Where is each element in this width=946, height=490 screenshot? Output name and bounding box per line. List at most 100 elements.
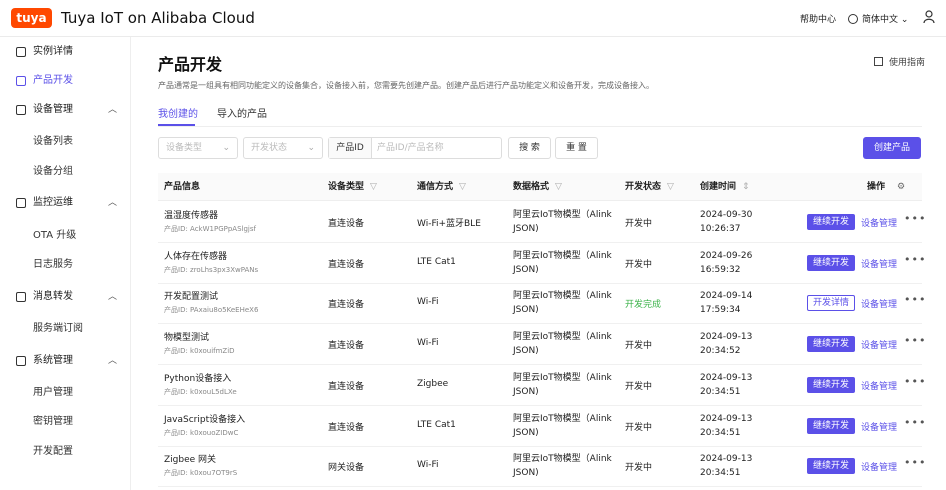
app-title: Tuya IoT on Alibaba Cloud	[61, 9, 255, 27]
data-format: 阿里云IoT物模型（Alink JSON)	[513, 289, 613, 317]
more-icon[interactable]: •••	[904, 334, 926, 347]
dev-status-select[interactable]: 开发状态 ⌄	[243, 137, 323, 159]
tab-imported[interactable]: 导入的产品	[217, 105, 267, 120]
settings-gear-icon[interactable]: ⚙	[897, 173, 905, 201]
sidebar-item-ota[interactable]: OTA 升级	[0, 225, 131, 247]
device-manage-link[interactable]: 设备管理	[861, 420, 897, 433]
tab-my-created[interactable]: 我创建的	[158, 105, 198, 120]
product-name[interactable]: 开发配置测试	[164, 289, 218, 302]
product-name[interactable]: 人体存在传感器	[164, 249, 227, 262]
sidebar-item-dev-config[interactable]: 开发配置	[0, 441, 131, 463]
data-format-line: 阿里云IoT物模型（Alink	[513, 372, 612, 383]
created-clock: 20:34:52	[700, 346, 741, 357]
col-status[interactable]: 开发状态 ▽	[625, 173, 674, 201]
data-format-line: JSON)	[513, 386, 539, 397]
product-id: 产品ID: k0xouL5dLXe	[164, 387, 237, 396]
reset-button[interactable]: 重 置	[555, 137, 598, 159]
col-label: 创建时间	[700, 182, 737, 192]
product-name[interactable]: 物模型测试	[164, 330, 209, 343]
created-time: 2024-09-14 17:59:34	[700, 289, 752, 317]
device-manage-link[interactable]: 设备管理	[861, 379, 897, 392]
product-id-label[interactable]: 产品ID	[329, 138, 372, 158]
product-id: 产品ID: PAxaiu8o5KeEHeX6	[164, 306, 259, 315]
table-row: 物模型测试 产品ID: k0xouifmZiD 直连设备 Wi-Fi 阿里云IoT物模型…	[158, 324, 925, 366]
created-clock: 20:34:51	[700, 427, 741, 438]
data-format-line: JSON)	[513, 264, 539, 275]
continue-dev-button[interactable]: 继续开发	[807, 417, 855, 434]
help-center-link[interactable]: 帮助中心	[800, 12, 836, 25]
filter-icon[interactable]: ▽	[459, 182, 466, 192]
created-date: 2024-09-13	[700, 332, 753, 343]
sidebar-item-label: 开发配置	[33, 446, 73, 457]
device-type: 直连设备	[328, 300, 365, 311]
device-manage-link[interactable]: 设备管理	[861, 216, 897, 229]
device-type: 网关设备	[328, 463, 365, 474]
top-header: tuya Tuya IoT on Alibaba Cloud 帮助中心 简体中文…	[0, 0, 946, 37]
tuya-logo[interactable]: tuya	[11, 8, 52, 28]
sidebar-item-product-dev[interactable]: 产品开发	[0, 70, 131, 92]
chevron-up-icon: ︿	[108, 292, 118, 302]
sidebar-item-logs[interactable]: 日志服务	[0, 254, 131, 276]
product-search-input[interactable]	[377, 141, 497, 155]
product-name[interactable]: 温湿度传感器	[164, 208, 218, 221]
product-name[interactable]: Python设备接入	[164, 371, 231, 384]
continue-dev-button[interactable]: 继续开发	[807, 254, 855, 271]
language-selector[interactable]: 简体中文 ⌄	[848, 12, 908, 25]
col-created[interactable]: 创建时间 ⇕	[700, 173, 750, 201]
continue-dev-button[interactable]: 继续开发	[807, 214, 855, 230]
col-device-type[interactable]: 设备类型 ▽	[328, 173, 377, 201]
sidebar-group-device[interactable]: 设备管理 ︿	[0, 99, 131, 121]
continue-dev-button[interactable]: 继续开发	[807, 376, 855, 393]
sidebar-item-keys[interactable]: 密钥管理	[0, 411, 131, 433]
guide-label: 使用指南	[889, 58, 926, 68]
filter-icon[interactable]: ▽	[555, 182, 562, 192]
sidebar-item-label: 服务端订阅	[33, 323, 83, 334]
device-manage-link[interactable]: 设备管理	[861, 338, 897, 351]
data-format-line: 阿里云IoT物模型（Alink	[513, 291, 612, 302]
col-ops: 操作	[867, 182, 886, 192]
sidebar-group-system[interactable]: 系统管理 ︿	[0, 350, 131, 372]
more-icon[interactable]: •••	[904, 293, 926, 306]
sidebar-group-monitor[interactable]: 监控运维 ︿	[0, 192, 131, 214]
sidebar-item-device-list[interactable]: 设备列表	[0, 131, 131, 153]
sidebar-group-message[interactable]: 消息转发 ︿	[0, 286, 131, 308]
product-name[interactable]: JavaScript设备接入	[164, 412, 245, 425]
created-date: 2024-09-13	[700, 454, 753, 465]
table-row: 温湿度传感器 产品ID: AckW1PGPpASlgjsf 直连设备 Wi-Fi+蓝牙…	[158, 202, 925, 243]
continue-dev-button[interactable]: 继续开发	[807, 458, 855, 475]
col-comm[interactable]: 通信方式 ▽	[417, 173, 466, 201]
more-icon[interactable]: •••	[904, 375, 926, 388]
instance-icon	[16, 47, 26, 57]
more-icon[interactable]: •••	[904, 416, 926, 429]
filter-icon[interactable]: ▽	[370, 182, 377, 192]
data-format-line: 阿里云IoT物模型（Alink	[513, 210, 612, 220]
create-product-button[interactable]: 创建产品	[863, 137, 921, 159]
data-format-line: JSON)	[513, 346, 539, 357]
more-icon[interactable]: •••	[904, 456, 926, 469]
search-button[interactable]: 搜 索	[508, 137, 551, 159]
device-manage-link[interactable]: 设备管理	[861, 460, 897, 473]
more-icon[interactable]: •••	[904, 212, 926, 225]
sidebar-item-users[interactable]: 用户管理	[0, 382, 131, 404]
device-manage-link[interactable]: 设备管理	[861, 297, 897, 310]
product-name[interactable]: Zigbee 网关	[164, 452, 216, 465]
device-type-select[interactable]: 设备类型 ⌄	[158, 137, 238, 159]
sidebar-item-device-group[interactable]: 设备分组	[0, 161, 131, 183]
guide-link[interactable]: 使用指南	[874, 55, 925, 68]
continue-dev-button[interactable]: 继续开发	[807, 336, 855, 353]
device-manage-link[interactable]: 设备管理	[861, 257, 897, 270]
page-title: 产品开发	[158, 55, 223, 74]
sort-icon[interactable]: ⇕	[742, 182, 750, 192]
more-icon[interactable]: •••	[904, 253, 926, 266]
filter-icon[interactable]: ▽	[667, 182, 674, 192]
dev-details-button[interactable]: 开发详情	[807, 295, 855, 312]
sidebar-item-server-sub[interactable]: 服务端订阅	[0, 318, 131, 340]
col-format[interactable]: 数据格式 ▽	[513, 173, 562, 201]
sidebar-item-instance[interactable]: 实例详情	[0, 41, 131, 63]
created-time: 2024-09-30 10:26:37	[700, 208, 752, 236]
user-icon[interactable]	[923, 10, 935, 24]
sidebar-item-label: 系统管理	[33, 355, 73, 366]
sidebar-item-label: 产品开发	[33, 75, 73, 86]
table-header: 产品信息 设备类型 ▽ 通信方式 ▽ 数据格式 ▽ 开发状态 ▽ 创建时间 ⇕ 操作 ⚙	[158, 173, 922, 201]
chevron-down-icon: ⌄	[900, 15, 909, 25]
